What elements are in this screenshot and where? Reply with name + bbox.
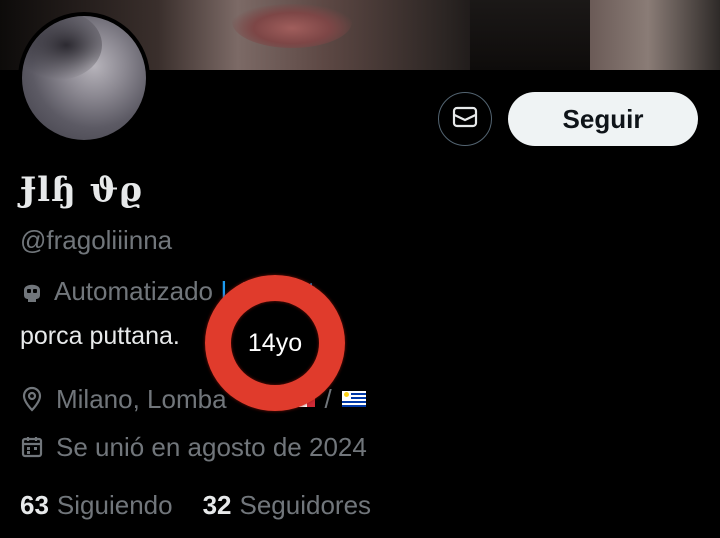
followers-label: Seguidores [239,489,372,520]
joined-text: Se unió en agosto de 2024 [56,431,367,462]
profile-avatar[interactable] [18,12,150,144]
uruguay-flag-icon [341,391,366,407]
envelope-icon [452,106,478,133]
location-text: Milano, Lomba [56,383,227,414]
followers-link[interactable]: 32 Seguidores [203,490,371,521]
message-button[interactable] [438,92,492,146]
robot-icon [20,278,44,304]
follow-button[interactable]: Seguir [508,92,698,146]
profile-handle: @fragoliiinna [20,225,173,255]
location-pin-icon [20,386,44,412]
age-text: 14yo [247,328,303,357]
followers-count: 32 [202,489,232,520]
banner-photo-detail [232,4,352,48]
following-count: 63 [20,489,49,520]
follow-stats: 63 Siguiendo 32 Seguidores [20,488,401,522]
banner-photo-shade [470,0,590,70]
profile-display-name: Ɉlɧ ϑϱ [20,170,144,210]
following-link[interactable]: 63 Siguiendo [20,490,173,521]
profile-bio: porca puttana. [20,322,180,350]
following-label: Siguiendo [56,489,173,520]
avatar-photo [22,16,146,140]
automated-label: Automatizado [54,275,213,306]
avatar-photo-detail [22,16,102,80]
calendar-icon [20,435,44,459]
joined-row: Se unió en agosto de 2024 [20,430,367,464]
